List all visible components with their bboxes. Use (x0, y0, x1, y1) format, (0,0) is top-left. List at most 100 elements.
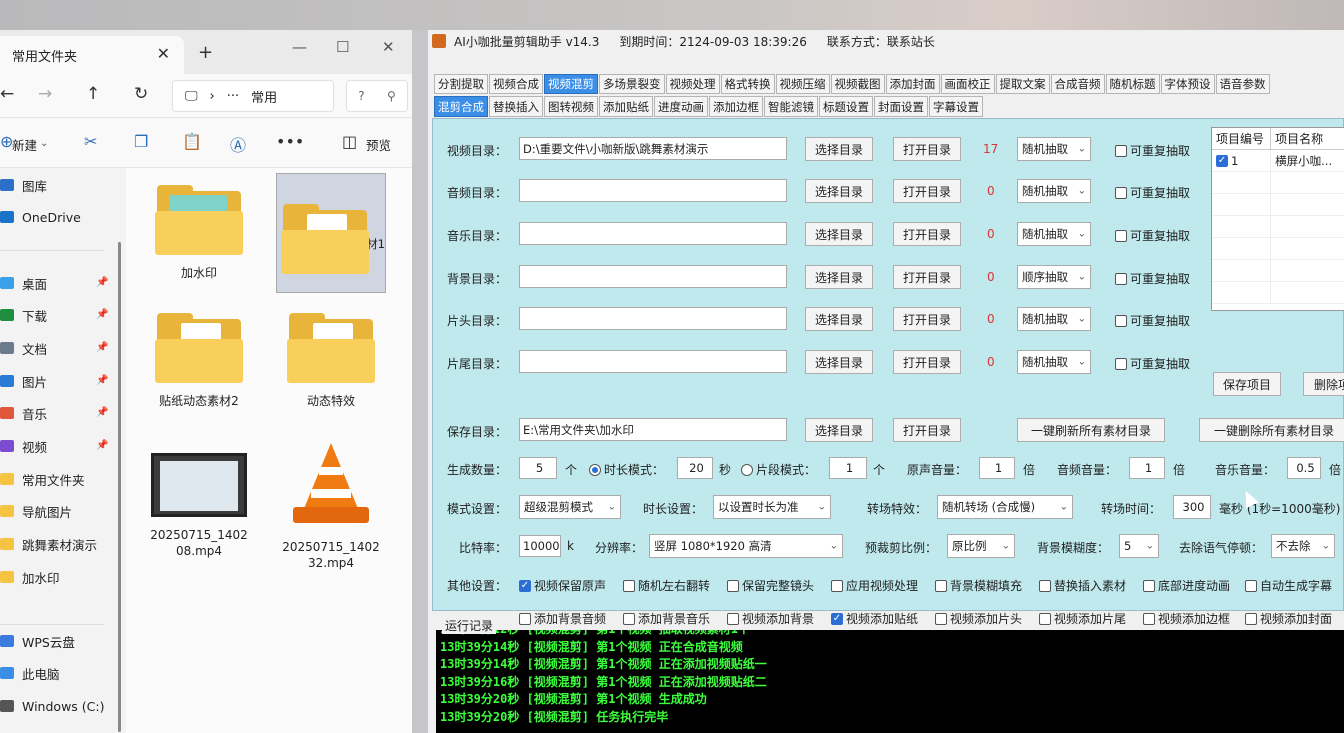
more-path-icon[interactable]: ··· (227, 89, 239, 104)
sub-tab[interactable]: 标题设置 (819, 96, 873, 117)
main-tab[interactable]: 合成音频 (1050, 74, 1105, 94)
open-dir-button[interactable]: 打开目录 (893, 179, 961, 203)
search-box[interactable]: ? ⚲ (346, 80, 408, 112)
open-dir-button[interactable]: 打开目录 (893, 265, 961, 289)
new-button[interactable]: 新建 (12, 135, 37, 154)
main-tab[interactable]: 格式转换 (720, 74, 775, 94)
dir-path-input[interactable]: D:\重要文件\小咖新版\跳舞素材演示 (519, 137, 787, 160)
sub-tab[interactable]: 添加边框 (709, 96, 763, 117)
sidebar-item[interactable]: 文档 📌 (0, 333, 108, 363)
duration-mode-radio[interactable]: 时长模式： (589, 461, 664, 478)
sidebar-item[interactable]: 视频 📌 (0, 431, 108, 461)
close-tab-icon[interactable]: ✕ (157, 44, 170, 63)
open-dir-button[interactable]: 打开目录 (893, 222, 961, 246)
sub-tab[interactable]: 添加贴纸 (599, 96, 653, 117)
sidebar-item[interactable]: 此电脑 (0, 658, 60, 688)
blur-select[interactable]: 5 ⌄ (1119, 534, 1159, 558)
main-tab[interactable]: 多场景裂变 (599, 74, 665, 94)
dir-path-input[interactable] (519, 179, 787, 202)
option-checkbox[interactable]: 替换插入素材 (1039, 577, 1126, 594)
segment-input[interactable]: 1 (829, 457, 867, 479)
crop-select[interactable]: 原比例 ⌄ (947, 534, 1015, 558)
bitrate-input[interactable]: 10000 (519, 535, 561, 557)
extract-mode-select[interactable]: 顺序抽取 ⌄ (1017, 265, 1091, 289)
main-tab[interactable]: 添加封面 (885, 74, 940, 94)
cut-icon[interactable]: ✂ (84, 132, 97, 151)
file-item[interactable]: 贴纸动态素材2 (144, 301, 254, 421)
count-input[interactable]: 5 (519, 457, 557, 479)
sub-tab[interactable]: 智能滤镜 (764, 96, 818, 117)
save-project-button[interactable]: 保存项目 (1213, 372, 1281, 396)
paste-icon[interactable]: 📋 (182, 132, 202, 151)
sidebar-item[interactable]: 音乐 📌 (0, 398, 108, 428)
sidebar-item[interactable]: 常用文件夹 (0, 464, 85, 494)
sub-tab[interactable]: 字幕设置 (929, 96, 983, 117)
filler-select[interactable]: 不去除 ⌄ (1271, 534, 1335, 558)
main-tab[interactable]: 随机标题 (1105, 74, 1160, 94)
save-dir-select-button[interactable]: 选择目录 (805, 418, 873, 442)
refresh-all-button[interactable]: 一键刷新所有素材目录 (1017, 418, 1165, 442)
option-checkbox[interactable]: 保留完整镜头 (727, 577, 814, 594)
option-checkbox[interactable]: ✓ 视频保留原声 (519, 577, 606, 594)
repeat-checkbox[interactable]: 可重复抽取 (1115, 355, 1190, 372)
copy-icon[interactable]: ❐ (134, 132, 148, 151)
address-bar[interactable]: 🖵 › ··· 常用 (172, 80, 334, 112)
table-row[interactable]: ✓ 1 横屏小咖... (1212, 150, 1344, 172)
transition-select[interactable]: 随机转场 (合成慢) ⌄ (937, 495, 1073, 519)
sub-tab[interactable]: 混剪合成 (434, 96, 488, 117)
file-item[interactable]: 加水印 (144, 173, 254, 293)
option-checkbox[interactable]: 自动生成字幕 (1245, 577, 1332, 594)
sidebar-item[interactable]: 跳舞素材演示 (0, 529, 97, 559)
back-icon[interactable]: ← (0, 84, 14, 104)
file-item[interactable]: 贴纸素材1 (276, 173, 386, 293)
audio-volume-input[interactable]: 1 (1129, 457, 1165, 479)
main-tab[interactable]: 语音参数 (1215, 74, 1270, 94)
extract-mode-select[interactable]: 随机抽取 ⌄ (1017, 137, 1091, 161)
sidebar-item[interactable]: Windows (C:) (0, 691, 104, 721)
sub-tab[interactable]: 替换插入 (489, 96, 543, 117)
sub-tab[interactable]: 进度动画 (654, 96, 708, 117)
project-checkbox[interactable]: ✓ (1216, 154, 1228, 167)
file-item[interactable]: 动态特效 (276, 301, 386, 421)
sidebar-item[interactable]: 加水印 (0, 562, 60, 592)
open-dir-button[interactable]: 打开目录 (893, 307, 961, 331)
explorer-tab[interactable]: 常用文件夹 ✕ (0, 36, 184, 74)
select-dir-button[interactable]: 选择目录 (805, 137, 873, 161)
dir-path-input[interactable] (519, 265, 787, 288)
option-checkbox[interactable]: 背景模糊填充 (935, 577, 1022, 594)
main-tab[interactable]: 视频混剪 (544, 74, 598, 94)
select-dir-button[interactable]: 选择目录 (805, 350, 873, 374)
new-tab-icon[interactable]: + (198, 42, 213, 63)
repeat-checkbox[interactable]: 可重复抽取 (1115, 142, 1190, 159)
repeat-checkbox[interactable]: 可重复抽取 (1115, 184, 1190, 201)
extract-mode-select[interactable]: 随机抽取 ⌄ (1017, 350, 1091, 374)
extract-mode-select[interactable]: 随机抽取 ⌄ (1017, 222, 1091, 246)
select-dir-button[interactable]: 选择目录 (805, 179, 873, 203)
segment-mode-radio[interactable]: 片段模式： (741, 461, 816, 478)
repeat-checkbox[interactable]: 可重复抽取 (1115, 270, 1190, 287)
option-checkbox[interactable]: 随机左右翻转 (623, 577, 710, 594)
preview-pane-icon[interactable]: ◫ (342, 132, 357, 151)
option-checkbox[interactable]: 应用视频处理 (831, 577, 918, 594)
select-dir-button[interactable]: 选择目录 (805, 265, 873, 289)
duration-input[interactable]: 20 (677, 457, 713, 479)
music-volume-input[interactable]: 0.5 (1287, 457, 1321, 479)
file-item[interactable]: 20250715_1402 32.mp4 (276, 431, 386, 570)
run-log-console[interactable]: 13时39分12秒 [视频混剪] 第1个视频 抽取视频素材1个13时39分14秒… (436, 630, 1344, 733)
select-dir-button[interactable]: 选择目录 (805, 307, 873, 331)
preview-button[interactable]: 预览 (366, 135, 391, 154)
file-item[interactable]: 20250715_1402 08.mp4 (144, 441, 254, 561)
duration-setting-select[interactable]: 以设置时长为准 ⌄ (713, 495, 831, 519)
save-dir-input[interactable]: E:\常用文件夹\加水印 (519, 418, 787, 441)
transition-time-input[interactable]: 300 (1173, 495, 1211, 519)
resolution-select[interactable]: 竖屏 1080*1920 高清 ⌄ (649, 534, 843, 558)
main-tab[interactable]: 提取文案 (995, 74, 1050, 94)
more-icon[interactable]: ••• (276, 132, 304, 151)
sidebar-item[interactable]: 桌面 📌 (0, 268, 108, 298)
sidebar-item[interactable]: 下载 📌 (0, 300, 108, 330)
extract-mode-select[interactable]: 随机抽取 ⌄ (1017, 179, 1091, 203)
main-tab[interactable]: 画面校正 (940, 74, 995, 94)
minimize-icon[interactable]: — (292, 38, 307, 56)
main-tab[interactable]: 视频处理 (665, 74, 720, 94)
delete-project-button[interactable]: 删除项 (1303, 372, 1344, 396)
